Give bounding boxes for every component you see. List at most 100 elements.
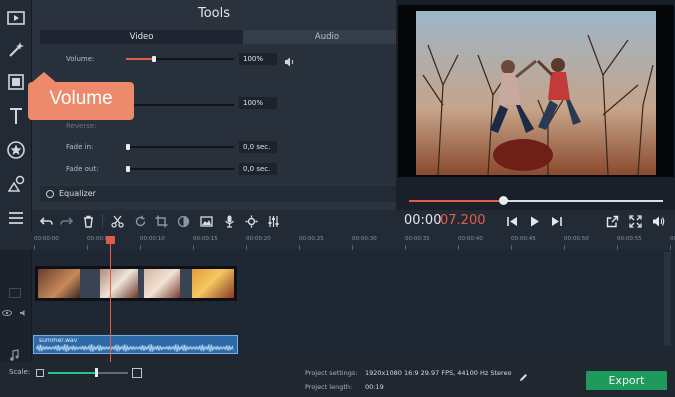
stickers-star-icon[interactable] (4, 138, 28, 162)
callout-text: Volume (49, 88, 113, 109)
clip-thumbnail[interactable] (144, 269, 180, 298)
undo-icon[interactable] (38, 213, 54, 229)
transition-marker-icon[interactable] (180, 269, 192, 298)
preview-frame (416, 11, 656, 176)
fade-out-slider-track[interactable] (126, 168, 234, 170)
ruler-tick-label: 00:00:10 (140, 236, 165, 242)
ruler-tick-label: 00:01:00 (670, 236, 675, 242)
fade-out-slider-knob[interactable] (126, 166, 130, 172)
text-icon[interactable] (4, 104, 28, 128)
tab-video[interactable]: Video (40, 30, 243, 44)
ruler-tick-label: 00:00:30 (352, 236, 377, 242)
audio-clip[interactable]: summer.wav (33, 335, 238, 354)
ruler-tick-label: 00:00:25 (299, 236, 324, 242)
fade-out-value[interactable]: 0,0 sec. (239, 163, 277, 175)
tab-audio[interactable]: Audio (243, 30, 411, 44)
equalizer-label: Equalizer (59, 189, 96, 198)
scale-slider-fill (48, 372, 96, 374)
track-headers (0, 250, 32, 362)
preview-progress-knob[interactable] (498, 196, 508, 205)
project-settings-label: Project settings: (305, 369, 358, 377)
track-mute-speaker-icon[interactable] (19, 302, 29, 316)
clip-thumbnail[interactable] (192, 269, 234, 298)
zoom-in-icon[interactable] (132, 368, 142, 378)
video-clip-strip[interactable] (35, 266, 237, 301)
timeline-ruler[interactable]: 00:00:00 00:00:05 00:00:10 00:00:15 00:00:20… (0, 232, 675, 250)
volume-label: Volume: (66, 55, 95, 63)
fade-out-label: Fade out: (66, 165, 99, 173)
speaker-icon[interactable] (284, 53, 296, 67)
magic-wand-icon[interactable] (4, 38, 28, 62)
clip-thumbnail[interactable] (100, 269, 138, 298)
skip-forward-icon[interactable] (548, 213, 564, 229)
toolbar-divider (102, 214, 103, 228)
ruler-tick-label: 00:00:15 (193, 236, 218, 242)
delete-trash-icon[interactable] (80, 213, 96, 229)
equalizer-radio[interactable] (46, 190, 54, 198)
bottom-status-bar: Scale: Project settings: 1920x1080 16:9 … (0, 362, 675, 397)
video-preview[interactable] (398, 5, 674, 177)
project-length-value: 00:19 (365, 383, 384, 391)
volume-slider-fill (126, 58, 154, 60)
equalizer-sliders-icon[interactable] (265, 213, 281, 229)
scale-label: Scale: (9, 368, 31, 376)
redo-icon[interactable] (58, 213, 74, 229)
audio-waveform (36, 344, 234, 352)
transition-marker-icon[interactable] (80, 269, 100, 298)
player-controls: 00:00 07.200 (396, 210, 675, 232)
playhead-line[interactable] (110, 238, 111, 365)
cut-scissors-icon[interactable] (109, 213, 125, 229)
skip-back-icon[interactable] (504, 213, 520, 229)
volume-value[interactable]: 100% (239, 53, 277, 65)
transitions-icon[interactable] (4, 70, 28, 94)
fade-in-slider-track[interactable] (126, 146, 234, 148)
popout-icon[interactable] (604, 213, 620, 229)
playhead-handle[interactable] (106, 236, 115, 244)
fade-in-label: Fade in: (66, 143, 94, 151)
shapes-icon[interactable] (4, 172, 28, 196)
add-track-icon[interactable] (9, 288, 21, 298)
fullscreen-icon[interactable] (627, 213, 643, 229)
rotate-icon[interactable] (132, 213, 148, 229)
export-button[interactable]: Export (586, 371, 667, 390)
filmstrip-icon[interactable] (4, 6, 28, 30)
play-icon[interactable] (526, 213, 542, 229)
edit-toolbar (32, 210, 396, 232)
speed-value[interactable]: 100% (239, 97, 277, 109)
image-clip-icon[interactable] (198, 213, 214, 229)
color-adjust-icon[interactable] (175, 213, 191, 229)
scale-slider-knob[interactable] (95, 368, 98, 377)
tools-title: Tools (197, 6, 231, 21)
fade-in-slider-knob[interactable] (126, 144, 130, 150)
timecode-current: 07.200 (440, 213, 486, 228)
clip-thumbnail[interactable] (38, 269, 80, 298)
ruler-tick-label: 00:00:20 (246, 236, 271, 242)
preview-progress-fill (409, 200, 503, 202)
ruler-tick-label: 00:00:35 (405, 236, 430, 242)
ruler-tick-label: 00:00:50 (564, 236, 589, 242)
volume-slider-knob[interactable] (152, 56, 156, 62)
reverse-label: Reverse: (66, 122, 97, 130)
clip-properties-gear-icon[interactable] (243, 213, 259, 229)
volume-speaker-icon[interactable] (650, 213, 666, 229)
ruler-tick-label: 00:00:45 (511, 236, 536, 242)
microphone-icon[interactable] (221, 213, 237, 229)
timeline-vertical-scrollbar[interactable] (664, 252, 671, 346)
track-visibility-eye-icon[interactable] (2, 302, 12, 316)
ruler-tick-label: 00:00:00 (34, 236, 59, 242)
menu-icon[interactable] (4, 206, 28, 230)
edit-pencil-icon[interactable] (519, 367, 528, 381)
fade-in-value[interactable]: 0,0 sec. (239, 141, 277, 153)
ruler-tick-label: 00:00:55 (617, 236, 642, 242)
crop-icon[interactable] (153, 213, 169, 229)
speed-slider-track[interactable] (126, 104, 234, 106)
timecode-elapsed: 00:00 (404, 213, 442, 228)
zoom-out-icon[interactable] (36, 369, 44, 377)
volume-callout: Volume (28, 82, 134, 120)
equalizer-row[interactable]: Equalizer » (40, 186, 411, 202)
project-settings-value: 1920x1080 16:9 29.97 FPS, 44100 Hz Stere… (365, 369, 512, 377)
ruler-tick-label: 00:00:40 (458, 236, 483, 242)
music-note-icon (9, 346, 19, 361)
audio-clip-name: summer.wav (39, 337, 78, 344)
project-length-label: Project length: (305, 383, 353, 391)
